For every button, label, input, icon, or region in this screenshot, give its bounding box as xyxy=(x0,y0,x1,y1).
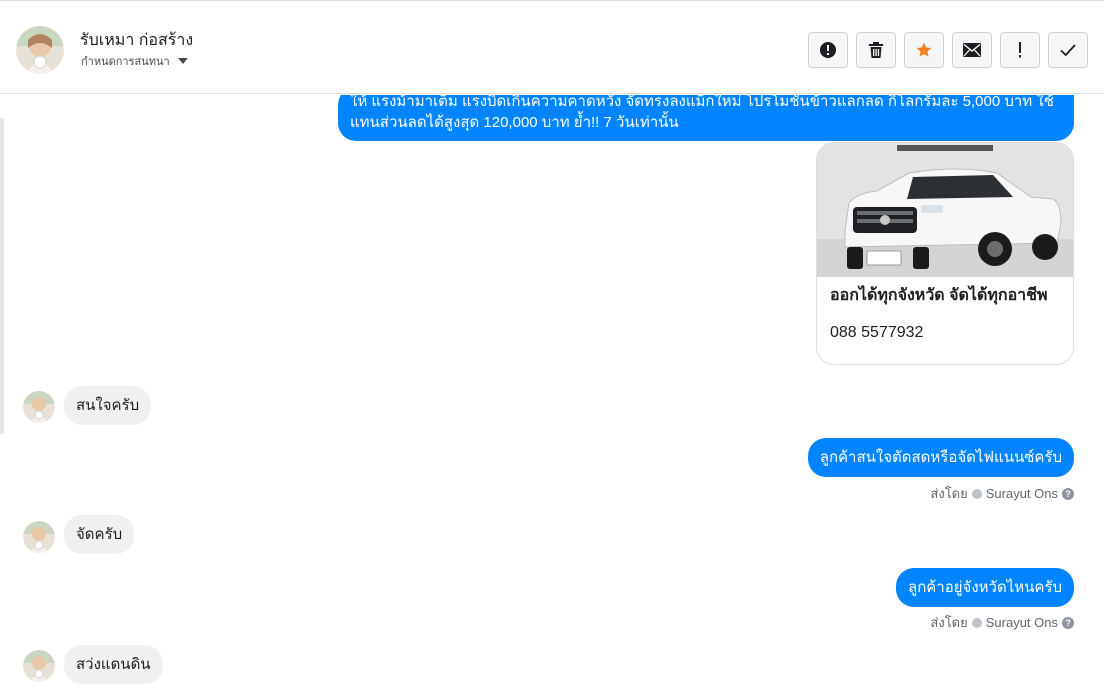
conversation-toolbar xyxy=(808,32,1088,68)
contact-avatar-small xyxy=(23,521,55,553)
trash-icon xyxy=(869,42,883,58)
contact-avatar-small xyxy=(23,650,55,682)
exclamation-icon xyxy=(1019,42,1021,58)
done-button[interactable] xyxy=(1048,32,1088,68)
sender-name[interactable]: Surayut Ons xyxy=(986,615,1058,630)
sender-name[interactable]: Surayut Ons xyxy=(986,486,1058,501)
star-button[interactable] xyxy=(904,32,944,68)
star-icon xyxy=(916,42,932,57)
sent-by-line: ส่งโดย Surayut Ons ? xyxy=(930,612,1074,633)
delete-button[interactable] xyxy=(856,32,896,68)
alert-circle-icon xyxy=(820,42,836,58)
conversation-header: รับเหมา ก่อสร้าง กำหนดการสนทนา xyxy=(0,0,1104,94)
caret-down-icon xyxy=(177,58,188,64)
mark-unread-button[interactable] xyxy=(952,32,992,68)
incoming-message-bubble: สนใจครับ xyxy=(64,386,152,425)
message-thread: ให้ แรงม้ามาเต็ม แรงบิดเกินความคาดหวัง จ… xyxy=(0,95,1104,695)
contact-avatar-small xyxy=(23,391,55,423)
check-icon xyxy=(1060,44,1076,57)
sent-by-line: ส่งโดย Surayut Ons ? xyxy=(930,483,1074,504)
verified-icon xyxy=(971,488,982,499)
conversation-label-dropdown[interactable]: กำหนดการสนทนา xyxy=(81,52,188,70)
incoming-message-bubble: สว่งแดนดิน xyxy=(64,645,163,684)
conversation-label: กำหนดการสนทนา xyxy=(81,56,170,68)
help-icon[interactable]: ? xyxy=(1062,616,1074,629)
card-phone[interactable]: 088 5577932 xyxy=(830,324,923,342)
spam-button[interactable] xyxy=(808,32,848,68)
contact-name[interactable]: รับเหมา ก่อสร้าง xyxy=(80,28,193,53)
car-photo xyxy=(817,143,1073,277)
follow-up-button[interactable] xyxy=(1000,32,1040,68)
outgoing-message-bubble: ลูกค้าสนใจตัดสดหรือจัดไฟแนนซ์ครับ xyxy=(807,438,1074,477)
help-icon[interactable]: ? xyxy=(1062,487,1074,500)
product-card[interactable]: ออกได้ทุกจังหวัด จัดได้ทุกอาชีพ 088 5577… xyxy=(816,142,1074,365)
sent-by-label: ส่งโดย xyxy=(930,615,968,630)
verified-icon xyxy=(971,617,982,628)
card-title: ออกได้ทุกจังหวัด จัดได้ทุกอาชีพ xyxy=(830,287,1048,304)
incoming-message-bubble: จัดครับ xyxy=(64,515,135,554)
outgoing-message-bubble: ลูกค้าอยู่จังหวัดไหนครับ xyxy=(896,568,1074,607)
outgoing-message-bubble: ให้ แรงม้ามาเต็ม แรงบิดเกินความคาดหวัง จ… xyxy=(338,95,1074,141)
envelope-icon xyxy=(963,43,981,57)
sent-by-label: ส่งโดย xyxy=(930,486,968,501)
contact-avatar[interactable] xyxy=(16,26,64,74)
